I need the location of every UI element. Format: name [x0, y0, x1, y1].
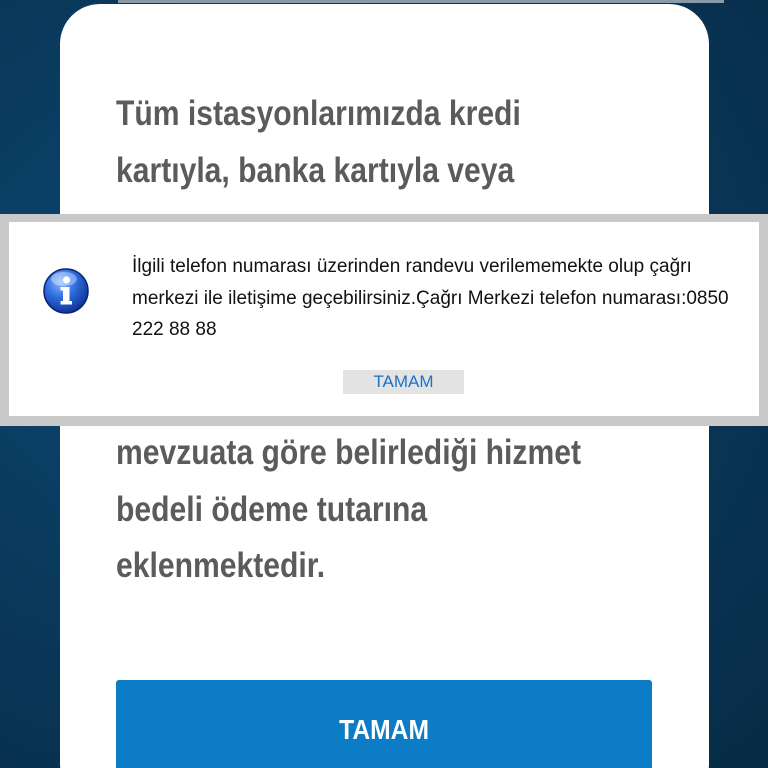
alert-body: İlgili telefon numarası üzerinden randev…: [9, 222, 759, 416]
card-message-line: kartıyla, banka kartıyla veya: [116, 150, 515, 190]
card-message-line: Tüm istasyonlarımızda kredi: [116, 94, 521, 133]
info-icon: [43, 268, 89, 314]
alert-dialog: İlgili telefon numarası üzerinden randev…: [0, 214, 768, 426]
tamam-button[interactable]: TAMAM: [116, 680, 652, 768]
card-message-line: bedeli ödeme tutarına: [116, 489, 428, 529]
card-message-line: eklenmektedir.: [116, 546, 326, 585]
alert-tamam-button[interactable]: TAMAM: [343, 370, 464, 394]
tamam-button-label: TAMAM: [339, 714, 429, 745]
card-message-line: mevzuata göre belirlediği hizmet: [116, 433, 582, 472]
alert-message: İlgili telefon numarası üzerinden randev…: [132, 256, 729, 340]
top-divider: [118, 0, 724, 3]
